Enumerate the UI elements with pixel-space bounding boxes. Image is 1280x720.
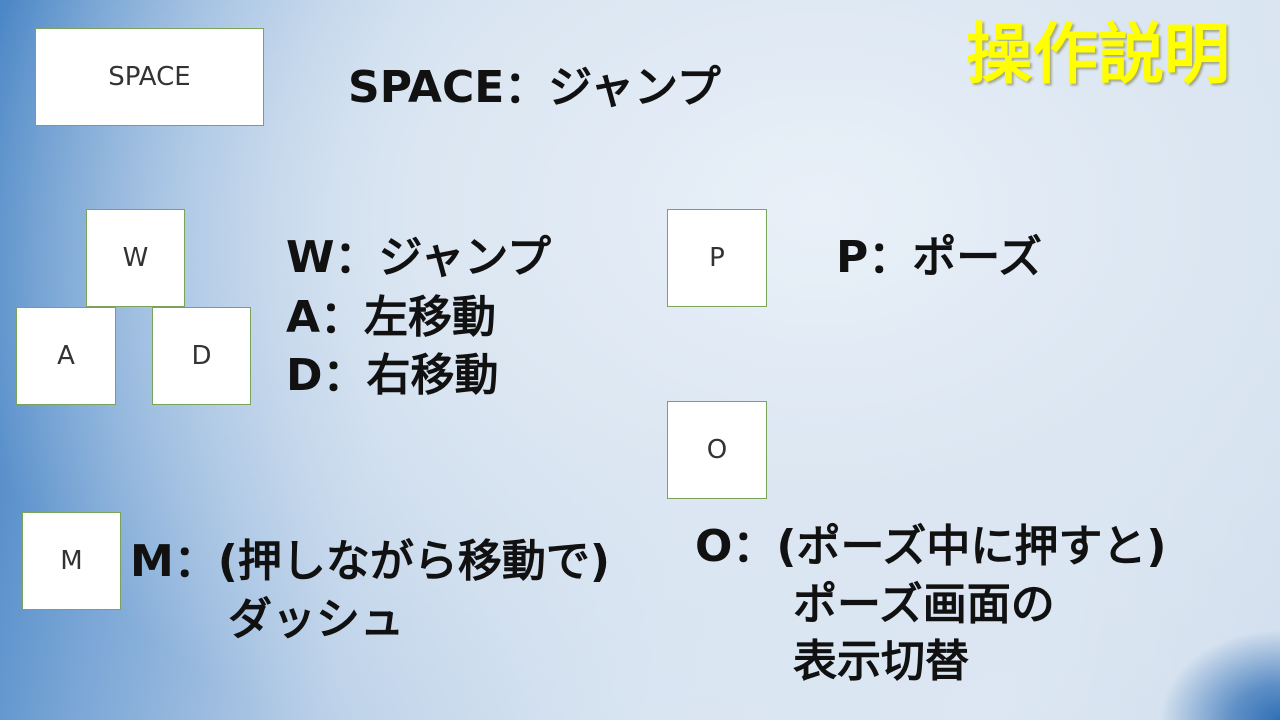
p-description: P：ポーズ [836, 232, 1043, 283]
m-key: M [22, 512, 121, 610]
a-key: A [16, 307, 116, 405]
p-key: P [667, 209, 767, 307]
w-description: W：ジャンプ [286, 232, 552, 283]
d-description: D：右移動 [286, 350, 499, 401]
a-key-label: A [57, 341, 75, 371]
m-key-label: M [60, 546, 83, 576]
space-description: SPACE：ジャンプ [348, 62, 721, 113]
d-key-label: D [191, 341, 212, 371]
o-description-line2: ポーズ画面の [793, 579, 1055, 630]
d-key: D [152, 307, 251, 405]
m-description-line1: M：(押しながら移動で) [130, 536, 611, 587]
space-key-label: SPACE [108, 62, 191, 92]
p-key-label: P [709, 243, 725, 273]
m-description-line2: ダッシュ [228, 594, 404, 645]
a-description: A：左移動 [286, 292, 497, 343]
w-key-label: W [122, 243, 149, 273]
slide-title: 操作説明 [966, 16, 1230, 93]
o-description-line1: O：(ポーズ中に押すと) [695, 521, 1167, 572]
o-key: O [667, 401, 767, 499]
space-key: SPACE [35, 28, 264, 126]
o-description-line3: 表示切替 [793, 636, 969, 687]
o-key-label: O [706, 435, 728, 465]
w-key: W [86, 209, 185, 307]
